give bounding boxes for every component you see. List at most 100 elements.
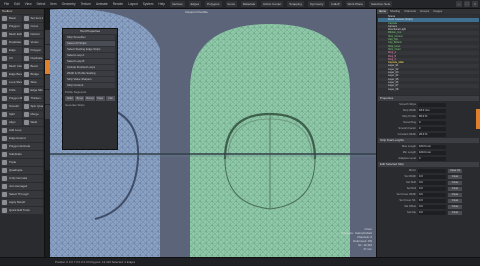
toolbox-list-button[interactable]: Subdivide (1, 151, 43, 158)
maximize-button[interactable]: □ (464, 1, 470, 7)
toolbar-button[interactable]: Polygons (205, 1, 222, 7)
toolbar-button[interactable]: Falloff (329, 1, 342, 7)
menu-item[interactable]: Edit (14, 2, 20, 6)
tool-panel-option[interactable]: Strip Content (65, 83, 115, 88)
toolbox-list-button[interactable]: Select Through (1, 191, 43, 198)
property-value-field[interactable]: 65.0 % (418, 114, 446, 119)
menu-item[interactable]: Texture (81, 2, 91, 6)
tool-panel-option[interactable]: Strip Smoother (65, 35, 115, 40)
toolbar-button[interactable]: Action Center (261, 1, 284, 7)
toolbox-button[interactable]: Split (1, 111, 22, 118)
toolbox-button[interactable]: Deform (22, 31, 43, 38)
toolbox-button[interactable]: Polygon Bevel (1, 95, 22, 102)
property-value-field[interactable]: 0.0 (418, 198, 446, 203)
toolbox-button[interactable]: Align (1, 119, 22, 126)
tool-panel-option[interactable]: Strip Value Shapers (65, 77, 115, 82)
property-value-field[interactable]: 0.0 (418, 204, 446, 209)
right-tab[interactable]: Channels (402, 9, 418, 14)
toolbox-button[interactable]: Bevel (22, 63, 43, 70)
profile-button[interactable]: Taper (95, 96, 105, 101)
tool-panel-option[interactable]: Select All Strips (65, 41, 115, 46)
tool-panel-option[interactable]: Include Flushed Loops (65, 65, 115, 70)
toolbox-list-button[interactable]: Add Loop (1, 127, 43, 134)
toolbar-button[interactable]: Vertices (169, 1, 185, 7)
property-value-field[interactable] (418, 102, 446, 107)
property-value-field[interactable]: 26.0 % (418, 132, 446, 137)
properties-side-tab[interactable] (476, 109, 480, 129)
toolbox-button[interactable]: Duplicate (1, 39, 22, 46)
menu-item[interactable]: System (143, 2, 154, 6)
right-tab[interactable]: Shading (388, 9, 402, 14)
property-action-button[interactable]: Clear (448, 192, 462, 197)
toolbar-button[interactable]: Snapping (287, 1, 304, 7)
toolbox-button[interactable]: Basic (1, 15, 22, 22)
property-value-field[interactable]: 100.0 mm (418, 150, 446, 155)
property-action-button[interactable]: Clear All (448, 168, 462, 173)
toolbox-list-button[interactable]: Apply Morph (1, 199, 43, 206)
menu-item[interactable]: Render (113, 2, 123, 6)
toolbox-button[interactable]: Spin Quads (22, 103, 43, 110)
property-value-field[interactable]: 100.0 mm (418, 144, 446, 149)
menu-item[interactable]: Animate (96, 2, 108, 6)
property-value-field[interactable]: 0.0 (418, 192, 446, 197)
menu-item[interactable]: File (4, 2, 9, 6)
toolbox-button[interactable]: Mesh Cleanup (1, 63, 22, 70)
toolbox-button[interactable]: Vertex (22, 39, 43, 46)
toolbar-button[interactable]: Selection Sets (368, 1, 393, 7)
property-value-field[interactable]: 0 (418, 156, 446, 161)
menu-item[interactable]: Select (37, 2, 46, 6)
tool-panel-option[interactable]: Select Starting Edge Strips (65, 47, 115, 52)
toolbox-button[interactable]: Thicken (22, 95, 43, 102)
tool-panel-option[interactable]: Width & Profile Scaling (65, 71, 115, 76)
toolbox-button[interactable]: Bridge (22, 71, 43, 78)
profile-button[interactable]: Flat (105, 96, 116, 101)
property-action-button[interactable]: Clear (448, 180, 462, 185)
property-value-field[interactable]: 0.0 (418, 180, 446, 185)
toolbox-list-button[interactable]: Unify Normals (1, 175, 43, 182)
property-action-button[interactable]: Clear (448, 174, 462, 179)
toolbox-button[interactable]: UV (1, 55, 22, 62)
menu-item[interactable]: Layout (128, 2, 138, 6)
toolbox-button[interactable]: Polygon (22, 47, 43, 54)
right-tab[interactable]: Items (377, 9, 388, 14)
tool-panel-option[interactable]: Select Loop B (65, 59, 115, 64)
toolbox-button[interactable]: Polygon (1, 23, 22, 30)
toolbox-button[interactable]: Set Item Edit (22, 15, 43, 22)
toolbox-button[interactable]: Merge (22, 111, 43, 118)
property-section-header[interactable]: Edit Selected Strip (378, 162, 479, 167)
toolbox-button[interactable]: Curve (22, 23, 43, 30)
menu-item[interactable]: Geometry (62, 2, 76, 6)
toolbox-list-button[interactable]: Polygon Extrude (1, 143, 43, 150)
toolbox-button[interactable]: Edge Slice (22, 87, 43, 94)
toolbar-button[interactable]: Items (225, 1, 237, 7)
profile-button[interactable]: Solid (65, 96, 75, 101)
property-action-button[interactable]: Clear (448, 210, 462, 215)
close-button[interactable]: × (472, 1, 478, 7)
item-list-row[interactable]: Layer_08 (378, 88, 479, 91)
toolbox-list-button[interactable]: Quadruple (1, 167, 43, 174)
toolbox-button[interactable]: Loop Slice (1, 79, 22, 86)
minimize-button[interactable]: – (456, 1, 462, 7)
menu-item[interactable]: Item (50, 2, 56, 6)
toolbox-list-button[interactable]: Triple (1, 159, 43, 166)
property-section-header[interactable]: Strip Dual Lengths (378, 138, 479, 143)
property-action-button[interactable]: Clear (448, 198, 462, 203)
property-value-field[interactable]: 0 (418, 126, 446, 131)
property-value-field[interactable]: 0.0 (418, 174, 446, 179)
toolbox-button[interactable]: Edge Bevel (1, 71, 22, 78)
toolbox-list-button[interactable]: Edge Extend (1, 135, 43, 142)
menu-item[interactable]: View (25, 2, 32, 6)
property-value-field[interactable] (418, 168, 446, 173)
property-value-field[interactable]: 18.0 mm (418, 108, 446, 113)
right-tab[interactable]: Groups (418, 9, 431, 14)
property-action-button[interactable]: Clear (448, 186, 462, 191)
toolbox-button[interactable]: Weld (22, 119, 43, 126)
toolbox-button[interactable]: Slice (22, 79, 43, 86)
toolbox-list-button[interactable]: Join Averaged (1, 183, 43, 190)
toolbar-button[interactable]: Symmetry (307, 1, 326, 7)
toolbox-button[interactable]: Edge (1, 47, 22, 54)
property-action-button[interactable]: Clear (448, 204, 462, 209)
property-value-field[interactable]: 0.0 (418, 210, 446, 215)
toolbox-button[interactable]: Mesh Edit (1, 31, 22, 38)
profile-button[interactable]: Bevel (75, 96, 85, 101)
